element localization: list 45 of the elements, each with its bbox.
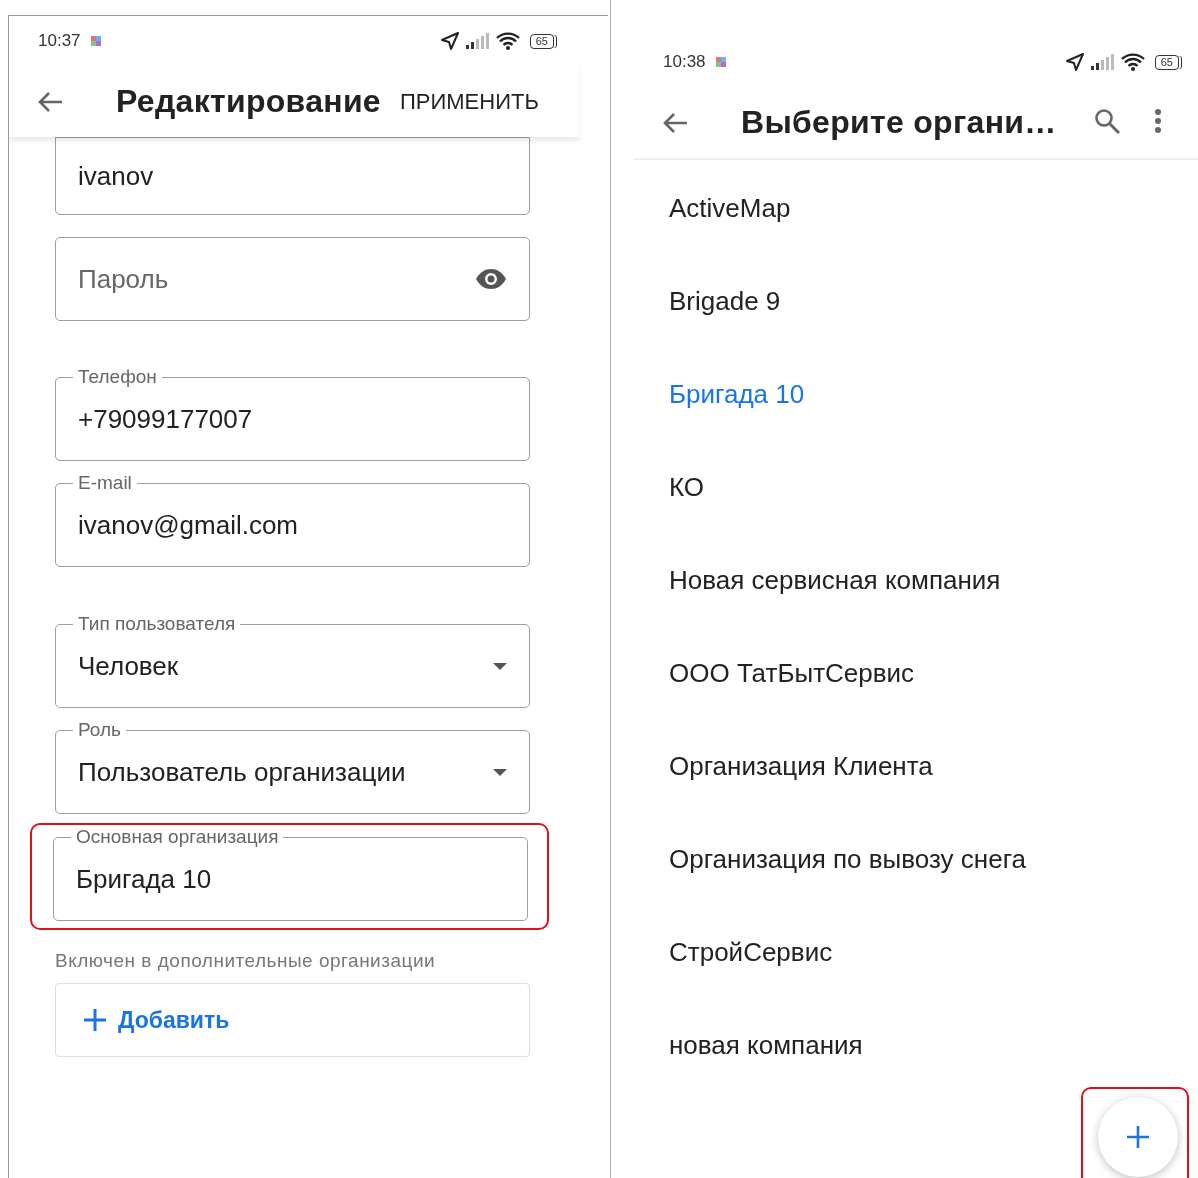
screen-title: Выберите органи… [741,104,1058,141]
back-arrow-icon[interactable] [37,90,63,113]
navigation-arrow-icon [1064,52,1085,72]
field-placeholder: Пароль [78,263,170,295]
eye-icon[interactable] [475,269,507,289]
plus-icon [84,1009,106,1031]
field-value: Пользователь организации [78,756,407,788]
wifi-icon [495,32,520,50]
organization-item[interactable]: ООО ТатБытСервис [634,627,1198,720]
organization-item[interactable]: Организация по вывозу снега [634,813,1198,906]
screen-title: Редактирование [116,83,381,120]
organization-item[interactable]: Новая сервисная компания [634,534,1198,627]
field-value: ivanov [78,160,155,192]
back-arrow-icon[interactable] [662,111,688,134]
organization-item[interactable]: КО [634,441,1198,534]
field-value: +79099177007 [78,403,254,435]
field-value: Бригада 10 [76,863,213,895]
search-icon[interactable] [1094,107,1120,134]
organization-item[interactable]: ActiveMap [634,162,1198,255]
dropdown-triangle-icon[interactable] [493,662,507,670]
dropdown-triangle-icon[interactable] [493,768,507,776]
plus-icon [1127,1126,1149,1148]
status-time: 10:38 [663,52,706,72]
section-label: Включен в дополнительные организации [55,949,437,973]
organization-item[interactable]: Организация Клиента [634,720,1198,813]
status-time: 10:37 [38,31,81,51]
field-value: Человек [78,650,180,682]
add-button[interactable]: Добавить [55,983,530,1057]
input-field[interactable]: ivanov [55,137,530,215]
battery-indicator: 65 [529,33,554,49]
apply-button[interactable]: ПРИМЕНИТЬ [399,88,539,115]
signal-icon [465,33,490,49]
wifi-icon [1120,53,1145,71]
field-value: ivanov@gmail.com [78,509,300,541]
app-notification-icon [90,36,101,46]
signal-icon [1090,54,1115,70]
organization-item[interactable]: СтройСервис [634,906,1198,999]
app-notification-icon [715,57,726,67]
organization-item[interactable]: Бригада 10 [634,348,1198,441]
organization-item[interactable]: новая компания [634,999,1198,1092]
navigation-arrow-icon [439,31,460,51]
battery-indicator: 65 [1154,54,1179,70]
password-field[interactable]: Пароль [55,237,530,321]
organization-item[interactable]: Brigade 9 [634,255,1198,348]
more-menu-icon[interactable] [1154,107,1162,134]
